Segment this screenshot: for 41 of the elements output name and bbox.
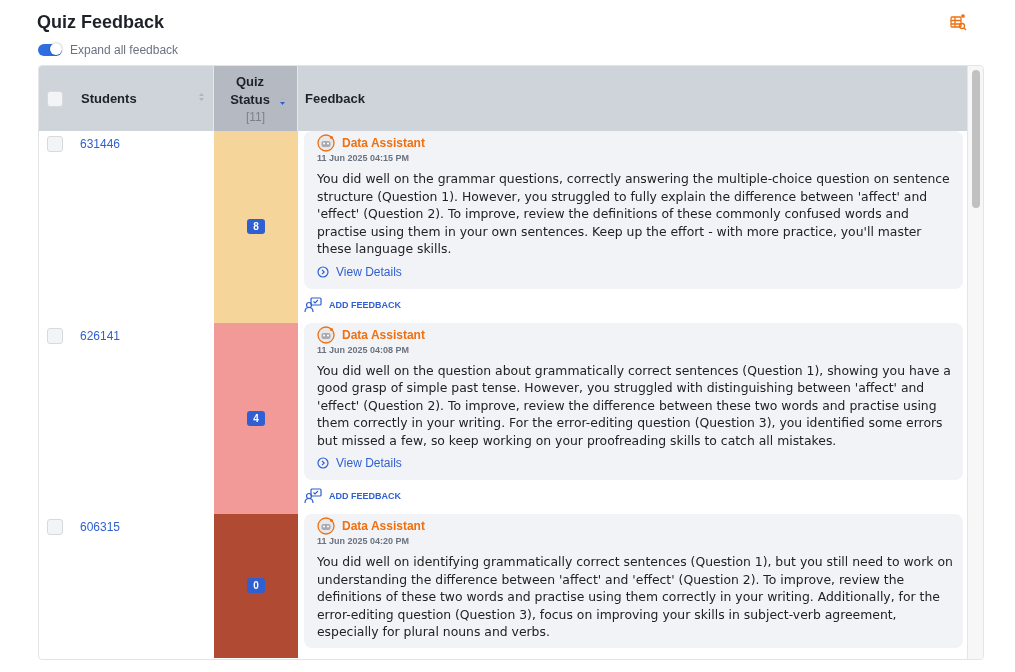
- add-feedback-link[interactable]: ADD FEEDBACK: [304, 296, 401, 313]
- view-details-link[interactable]: View Details: [317, 456, 402, 470]
- score-badge: 0: [247, 578, 265, 594]
- author-name: Data Assistant: [342, 136, 425, 150]
- column-label[interactable]: Quiz Status: [225, 73, 275, 109]
- assistant-avatar-icon: [317, 134, 335, 152]
- scroll-thumb[interactable]: [971, 70, 980, 208]
- checkbox[interactable]: [47, 519, 63, 535]
- view-details-link[interactable]: View Details: [317, 264, 402, 279]
- export-button[interactable]: [948, 11, 969, 33]
- feedback-text: You did well on identifying grammatically correct sentences (Question 1), but you still need to work on understanding the difference between 'affect' and 'effect' (Question 2). To improve, review the definitions of these two words and practise using them correctly in your writing. Additionally, for the error-editing question (Question 3), focus on improving your skills in subject-verb agreement, especially for plural nouns and verbs.: [317, 553, 953, 641]
- table-search-icon: [950, 13, 967, 31]
- column-count: [11]: [245, 110, 266, 124]
- score-badge: 8: [247, 219, 265, 235]
- author-name: Data Assistant: [342, 327, 425, 342]
- column-label[interactable]: Students: [81, 91, 180, 106]
- feedback-person-icon: [304, 488, 322, 504]
- score-badge: 4: [247, 410, 265, 426]
- checkbox[interactable]: [47, 136, 63, 152]
- checkbox[interactable]: [47, 327, 63, 344]
- timestamp: 11 Jun 2025 04:20 PM: [317, 536, 411, 546]
- toggle-switch[interactable]: [38, 44, 62, 56]
- student-link[interactable]: 631446: [80, 137, 121, 151]
- timestamp: 11 Jun 2025 04:08 PM: [317, 344, 411, 355]
- feedback-person-icon: [304, 296, 322, 313]
- checkbox[interactable]: [47, 90, 63, 107]
- assistant-avatar-icon: [317, 517, 335, 535]
- scrollbar[interactable]: [967, 66, 983, 659]
- toggle-label: Expand all feedback: [70, 43, 179, 57]
- student-link[interactable]: 626141: [80, 328, 121, 343]
- column-label[interactable]: Feedback: [305, 91, 365, 106]
- add-feedback-link[interactable]: ADD FEEDBACK: [304, 488, 401, 504]
- feedback-text: You did well on the grammar questions, correctly answering the multiple-choice question on sentence structure (Question 1). However, you struggled to fully explain the difference between 'affect' and 'effect' (Question 2). To improve, review the definitions of these commonly confused words and practise using them in your own sentences. Keep up the effort - with more practice, you'll master these language skills.: [317, 170, 951, 258]
- assistant-avatar-icon: [317, 325, 335, 344]
- page-title: Quiz Feedback: [37, 11, 165, 33]
- chevron-circle-icon: [317, 265, 329, 278]
- timestamp: 11 Jun 2025 04:15 PM: [317, 153, 411, 163]
- student-link[interactable]: 606315: [80, 520, 121, 534]
- feedback-text: You did well on the question about grammatically correct sentences (Question 1), showing you have a good grasp of simple past tense. However, you struggled with distinguishing between 'affect' and 'effect' (Question 2). To improve, review the difference between these two words and practise using them correctly in your writing. For the error-editing question (Question 3), you identified some errors but missed a few, so keep working on your proofreading skills to catch all mistakes.: [317, 361, 952, 449]
- chevron-circle-icon: [317, 457, 329, 469]
- author-name: Data Assistant: [342, 519, 425, 533]
